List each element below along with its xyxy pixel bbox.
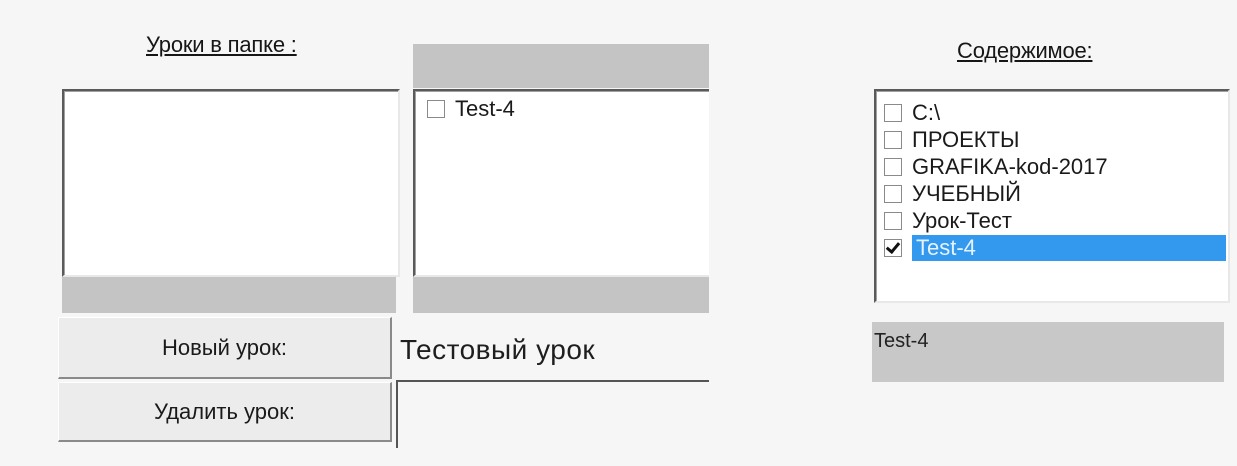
contents-item-label: Урок-Тест bbox=[912, 207, 1012, 233]
lesson-item[interactable]: Test-4 bbox=[427, 95, 709, 122]
new-lesson-button[interactable]: Новый урок: bbox=[58, 317, 392, 379]
contents-item-label: ПРОЕКТЫ bbox=[912, 126, 1020, 152]
contents-item-checkbox[interactable] bbox=[884, 184, 902, 203]
contents-list-item[interactable]: GRAFIKA-kod-2017 bbox=[884, 153, 1226, 180]
lesson-list-header bbox=[413, 44, 709, 88]
contents-list-item[interactable]: C:\ bbox=[884, 99, 1226, 126]
lessons-in-folder-heading: Уроки в папке : bbox=[146, 32, 297, 57]
lesson-item-checkbox[interactable] bbox=[427, 99, 445, 118]
lesson-listbox-scrollbar[interactable] bbox=[413, 277, 709, 313]
contents-item-label: УЧЕБНЫЙ bbox=[912, 180, 1021, 206]
contents-item-label: Test-4 bbox=[912, 234, 1226, 261]
lesson-name-field[interactable]: Тестовый урок bbox=[396, 320, 709, 380]
folder-listbox-scrollbar[interactable] bbox=[62, 277, 396, 313]
lesson-item-label: Test-4 bbox=[455, 95, 515, 121]
contents-heading: Содержимое: bbox=[957, 38, 1093, 63]
folder-listbox[interactable] bbox=[62, 89, 400, 277]
contents-item-checkbox[interactable] bbox=[884, 103, 902, 122]
contents-list-item[interactable]: Урок-Тест bbox=[884, 207, 1226, 234]
delete-lesson-button[interactable]: Удалить урок: bbox=[58, 382, 392, 442]
contents-item-label: C:\ bbox=[912, 99, 941, 125]
contents-list-item[interactable]: ПРОЕКТЫ bbox=[884, 126, 1226, 153]
current-path-field: Test-4 bbox=[872, 322, 1224, 382]
contents-listbox[interactable]: C:\ ПРОЕКТЫ GRAFIKA-kod-2017 УЧЕБНЫЙ Урок-Те… bbox=[874, 89, 1230, 303]
contents-item-checkbox[interactable] bbox=[884, 238, 902, 257]
contents-item-checkbox[interactable] bbox=[884, 157, 902, 176]
contents-list-item[interactable]: Test-4 bbox=[884, 234, 1226, 261]
contents-item-checkbox[interactable] bbox=[884, 211, 902, 230]
contents-list: C:\ ПРОЕКТЫ GRAFIKA-kod-2017 УЧЕБНЫЙ Урок-Те… bbox=[884, 99, 1226, 261]
contents-list-item[interactable]: УЧЕБНЫЙ bbox=[884, 180, 1226, 207]
contents-item-checkbox[interactable] bbox=[884, 130, 902, 149]
contents-item-label: GRAFIKA-kod-2017 bbox=[912, 153, 1108, 179]
field-divider bbox=[396, 382, 398, 448]
lesson-name-field-underline bbox=[396, 380, 709, 382]
lesson-listbox[interactable]: Test-4 bbox=[413, 89, 709, 277]
